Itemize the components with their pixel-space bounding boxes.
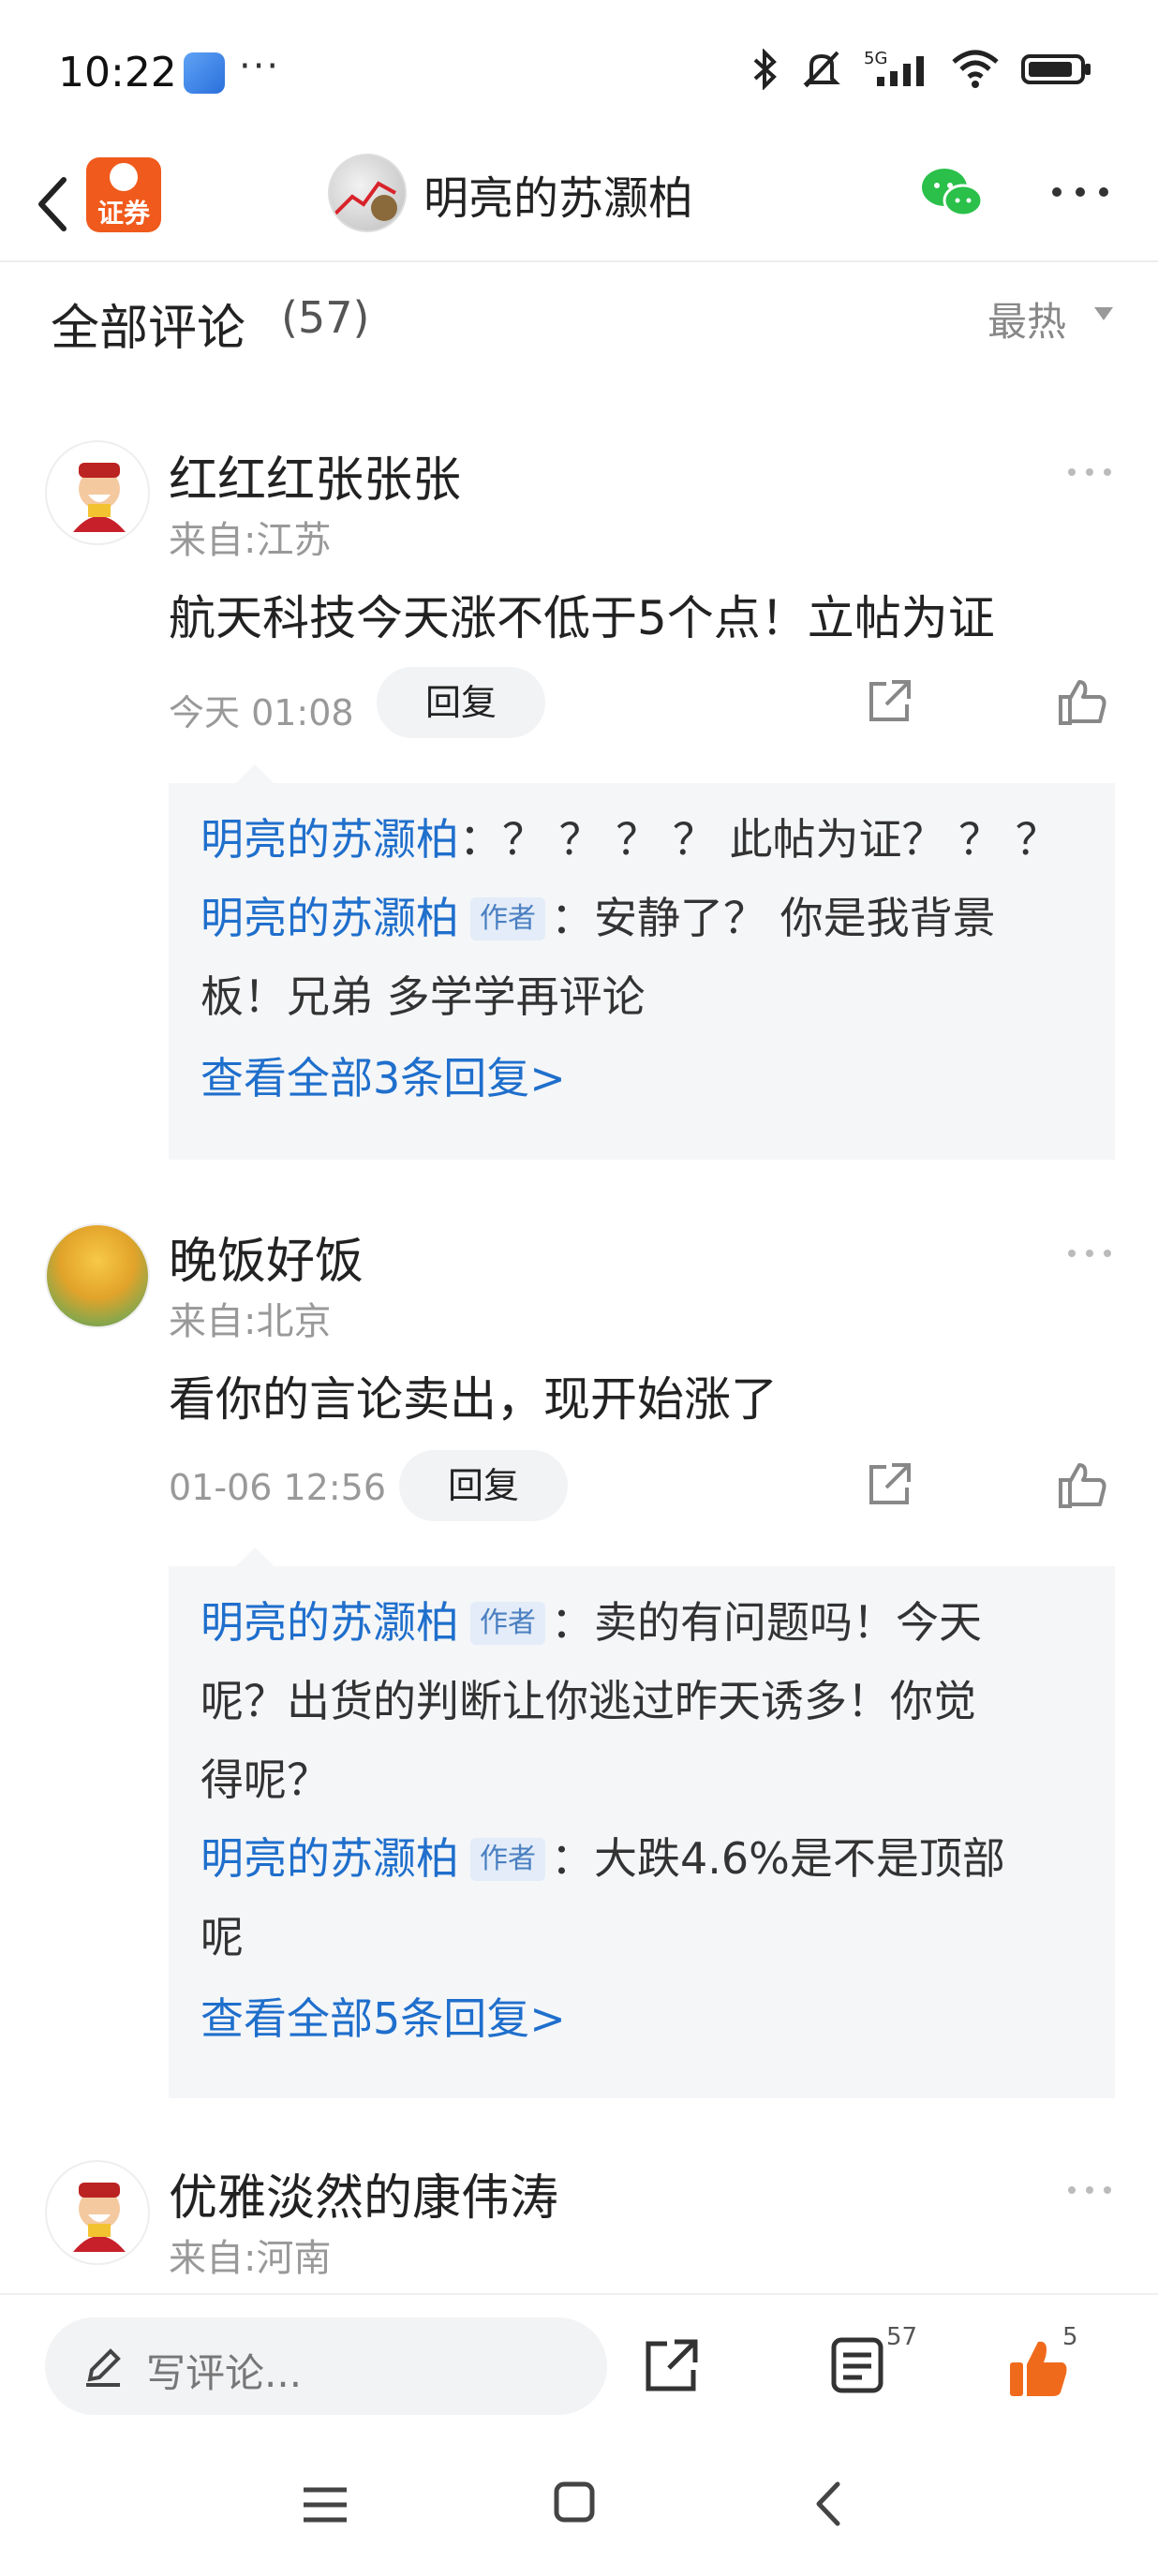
share-icon[interactable] <box>866 676 914 725</box>
commenter-location: 来自:河南 <box>169 2237 332 2280</box>
view-all-replies-link[interactable]: 查看全部5条回复> <box>200 1976 1096 2061</box>
comments-count: (57) <box>281 292 370 343</box>
wechat-share-icon[interactable] <box>918 165 986 221</box>
comment-more-icon[interactable] <box>1066 463 1113 481</box>
reply-thread: 明亮的苏灏柏 作者 ：卖的有问题吗！今天 呢？出货的判断让你逃过昨天诱多！你觉 得呢？ … <box>169 1547 1115 2098</box>
brand-logo-mark <box>110 163 138 191</box>
view-all-replies-link[interactable]: 查看全部3条回复> <box>200 1036 1096 1120</box>
brand-logo-text: 证券 <box>96 198 150 229</box>
comment-count-badge: 57 <box>886 2323 918 2351</box>
fortune-god-avatar-icon <box>73 463 126 532</box>
commenter-name[interactable]: 红红红张张张 <box>169 440 461 511</box>
author-badge: 作者 <box>470 1602 545 1645</box>
network-label: 5G <box>864 49 887 68</box>
pencil-icon <box>86 2348 121 2387</box>
commenter-name[interactable]: 晚饭好饭 <box>169 1221 364 1292</box>
reply-text: ：大跌4.6%是不是顶部 <box>551 1833 1005 1884</box>
commenter-avatar[interactable] <box>45 440 150 545</box>
comment-more-icon[interactable] <box>1066 2181 1113 2199</box>
share-icon[interactable] <box>866 1459 914 1508</box>
menu-icon[interactable] <box>302 2484 349 2525</box>
header-divider <box>0 260 1158 262</box>
reply-item[interactable]: 明亮的苏灏柏 作者 ：大跌4.6%是不是顶部呢 <box>200 1819 1096 1976</box>
status-bar: 10:22 ··· 5G <box>0 0 1158 150</box>
bluetooth-icon <box>753 49 777 90</box>
comment-input-placeholder: 写评论... <box>146 2350 303 2396</box>
more-notifications-icon: ··· <box>239 45 281 88</box>
reply-author-name[interactable]: 明亮的苏灏柏 <box>200 814 459 865</box>
comments-heading: 全部评论 <box>51 301 246 357</box>
status-icons: 5G <box>751 49 1092 90</box>
thumbs-up-icon[interactable] <box>1057 1459 1107 1510</box>
reply-text-continued: 呢 <box>200 1912 244 1962</box>
comment-text: 看你的言论卖出，现开始涨了 <box>169 1372 778 1427</box>
reply-text-continued: 板！兄弟 多学学再评论 <box>200 971 646 1022</box>
reply-thread: 明亮的苏灏柏：？ ？ ？ ？ 此帖为证？ ？ ？ 明亮的苏灏柏 作者 ：安静了？ 你… <box>169 764 1115 1160</box>
fortune-god-avatar-icon <box>73 2183 126 2252</box>
brand-logo[interactable]: 证券 <box>86 157 161 232</box>
reply-button[interactable]: 回复 <box>399 1450 568 1521</box>
reply-item[interactable]: 明亮的苏灏柏 作者 ：卖的有问题吗！今天呢？出货的判断让你逃过昨天诱多！你觉 得呢？ <box>200 1583 1096 1819</box>
author-avatar[interactable] <box>328 154 407 232</box>
reply-text-continued: 得呢？ <box>200 1754 330 1805</box>
mute-icon <box>803 51 840 88</box>
back-arrow-icon[interactable] <box>26 167 82 242</box>
page-title[interactable]: 明亮的苏灏柏 <box>423 161 693 227</box>
reply-text: ：安静了？ 你是我背景 <box>551 893 996 943</box>
commenter-avatar[interactable] <box>45 2160 150 2265</box>
comment-time: 01-06 12:56 <box>169 1467 387 1508</box>
comment-input[interactable]: 写评论... <box>45 2317 607 2415</box>
bottom-action-bar: 写评论... 57 5 <box>0 2293 1158 2434</box>
home-icon[interactable] <box>553 2480 596 2524</box>
system-nav-bar <box>0 2435 1158 2576</box>
app-notification-icon <box>184 52 225 94</box>
battery-icon <box>1021 54 1091 84</box>
status-time: 10:22 <box>58 49 177 96</box>
comment-more-icon[interactable] <box>1066 1244 1113 1263</box>
reply-button[interactable]: 回复 <box>377 667 545 738</box>
sort-dropdown[interactable]: 最热 <box>987 290 1066 348</box>
reply-text-continued: 呢？出货的判断让你逃过昨天诱多！你觉 <box>200 1676 976 1726</box>
commenter-avatar[interactable] <box>45 1223 150 1328</box>
comment-time: 今天 01:08 <box>169 692 354 733</box>
thumbs-up-icon[interactable] <box>1057 676 1107 727</box>
reply-text: ：？ ？ ？ ？ 此帖为证？ ？ ？ <box>459 814 1059 865</box>
back-icon[interactable] <box>813 2480 843 2527</box>
thumbs-up-filled-icon[interactable] <box>1006 2336 1070 2400</box>
like-count-badge: 5 <box>1062 2323 1078 2351</box>
share-icon[interactable] <box>643 2336 701 2394</box>
reply-text: ：卖的有问题吗！今天 <box>551 1597 982 1648</box>
reply-author-name[interactable]: 明亮的苏灏柏 <box>200 893 459 943</box>
wifi-icon <box>952 50 999 88</box>
reply-author-name[interactable]: 明亮的苏灏柏 <box>200 1597 459 1648</box>
reply-item[interactable]: 明亮的苏灏柏：？ ？ ？ ？ 此帖为证？ ？ ？ <box>200 800 1096 879</box>
commenter-location: 来自:北京 <box>169 1300 332 1343</box>
top-nav-bar: 证券 明亮的苏灏柏 <box>0 150 1158 262</box>
more-options-icon[interactable] <box>1047 178 1113 206</box>
reply-item[interactable]: 明亮的苏灏柏 作者 ：安静了？ 你是我背景板！兄弟 多学学再评论 <box>200 879 1096 1036</box>
comments-list-icon[interactable] <box>828 2336 886 2394</box>
reply-author-name[interactable]: 明亮的苏灏柏 <box>200 1833 459 1884</box>
author-badge: 作者 <box>470 1838 545 1881</box>
commenter-name[interactable]: 优雅淡然的康伟涛 <box>169 2158 558 2228</box>
caret-down-icon[interactable] <box>1094 307 1113 320</box>
chart-bull-icon <box>334 181 397 221</box>
comment-text: 航天科技今天涨不低于5个点！立帖为证 <box>169 591 995 645</box>
author-badge: 作者 <box>470 897 545 940</box>
signal-5g-icon: 5G <box>864 49 924 86</box>
commenter-location: 来自:江苏 <box>169 519 332 562</box>
